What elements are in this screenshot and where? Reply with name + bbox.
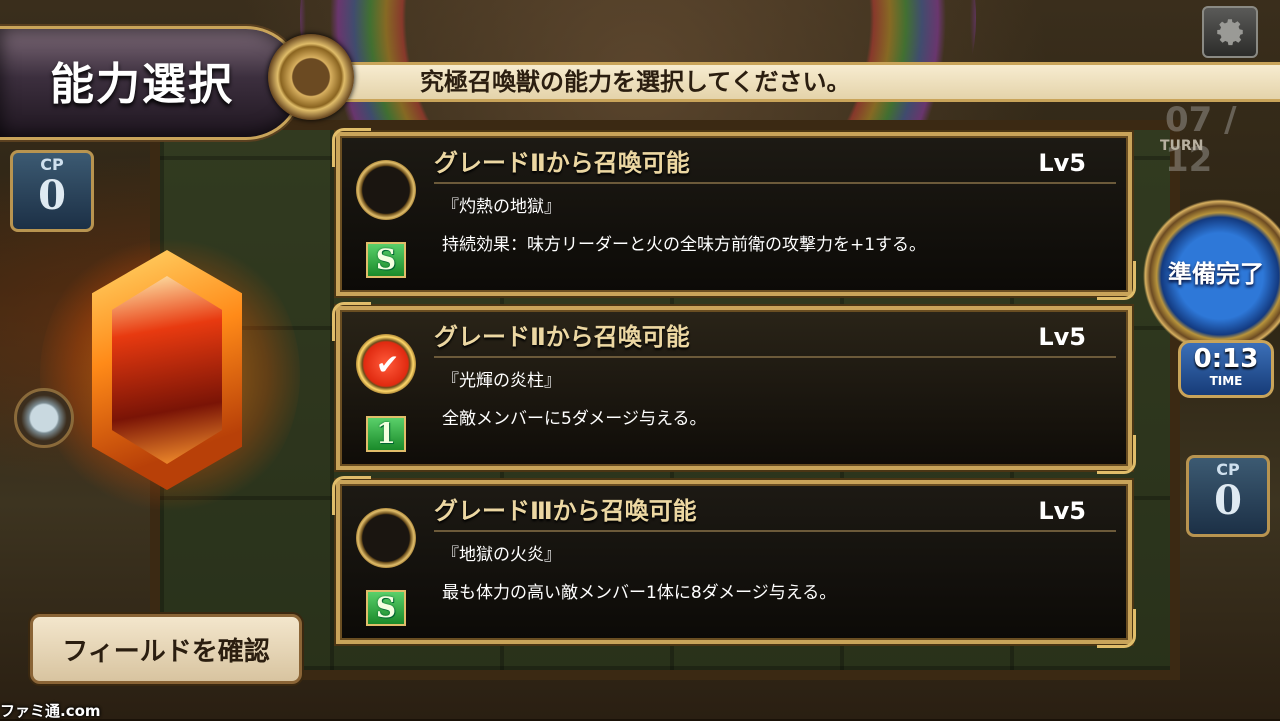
option-level: Lv5 — [1038, 497, 1086, 525]
ability-name: 『灼熱の地獄』 — [442, 197, 561, 217]
cp-value: 0 — [38, 172, 66, 219]
option-level: Lv5 — [1038, 149, 1086, 177]
turn-label: TURN — [1160, 138, 1204, 154]
timer-value: 0:13 — [1193, 344, 1259, 374]
select-radio[interactable] — [356, 160, 416, 220]
ability-description: 全敵メンバーに5ダメージ与える。 — [442, 409, 707, 429]
option-header: グレードⅡから召喚可能 Lv5 — [434, 146, 1116, 184]
ability-option-2[interactable]: ✔ 1 グレードⅡから召喚可能 Lv5 『光輝の炎柱』 全敵メンバーに5ダメージ… — [332, 302, 1136, 474]
checkmark-icon: ✔ — [376, 348, 400, 381]
badge-icon: S — [366, 242, 406, 278]
option-header: グレードⅡから召喚可能 Lv5 — [434, 320, 1116, 358]
settings-button[interactable] — [1202, 6, 1258, 58]
option-header: グレードⅢから召喚可能 Lv5 — [434, 494, 1116, 532]
ability-option-3[interactable]: S グレードⅢから召喚可能 Lv5 『地獄の火炎』 最も体力の高い敵メンバー1体… — [332, 476, 1136, 648]
ability-option-1[interactable]: S グレードⅡから召喚可能 Lv5 『灼熱の地獄』 持続効果：味方リーダーと火の… — [332, 128, 1136, 300]
gear-icon — [1217, 19, 1243, 46]
player-cp-counter: CP 0 — [10, 150, 94, 232]
turn-timer: 0:13 TIME — [1178, 340, 1274, 398]
magnifier-icon[interactable] — [14, 388, 74, 448]
badge-icon: 1 — [366, 416, 406, 452]
summon-portrait — [112, 276, 222, 464]
select-radio-checked[interactable]: ✔ — [356, 334, 416, 394]
ready-button-label: 準備完了 — [1168, 260, 1264, 288]
ability-name: 『地獄の火炎』 — [442, 545, 561, 565]
option-grade: グレードⅡから召喚可能 — [434, 149, 690, 177]
page-title: 能力選択 — [50, 59, 234, 110]
opponent-cp-counter: CP 0 — [1186, 455, 1270, 537]
cp-value: 0 — [1214, 477, 1242, 524]
view-field-button[interactable]: フィールドを確認 — [30, 614, 302, 684]
ability-description: 最も体力の高い敵メンバー1体に8ダメージ与える。 — [442, 583, 837, 603]
select-radio[interactable] — [356, 508, 416, 568]
option-grade: グレードⅡから召喚可能 — [434, 323, 690, 351]
option-level: Lv5 — [1038, 323, 1086, 351]
option-grade: グレードⅢから召喚可能 — [434, 497, 697, 525]
instruction-text: 究極召喚獣の能力を選択してください。 — [420, 68, 851, 96]
title-ornament-icon — [268, 34, 354, 120]
ability-name: 『光輝の炎柱』 — [442, 371, 561, 391]
ability-description: 持続効果：味方リーダーと火の全味方前衛の攻撃力を+1する。 — [442, 235, 927, 255]
watermark: ファミ通.com — [0, 702, 101, 720]
timer-label: TIME — [1209, 374, 1243, 388]
badge-icon: S — [366, 590, 406, 626]
